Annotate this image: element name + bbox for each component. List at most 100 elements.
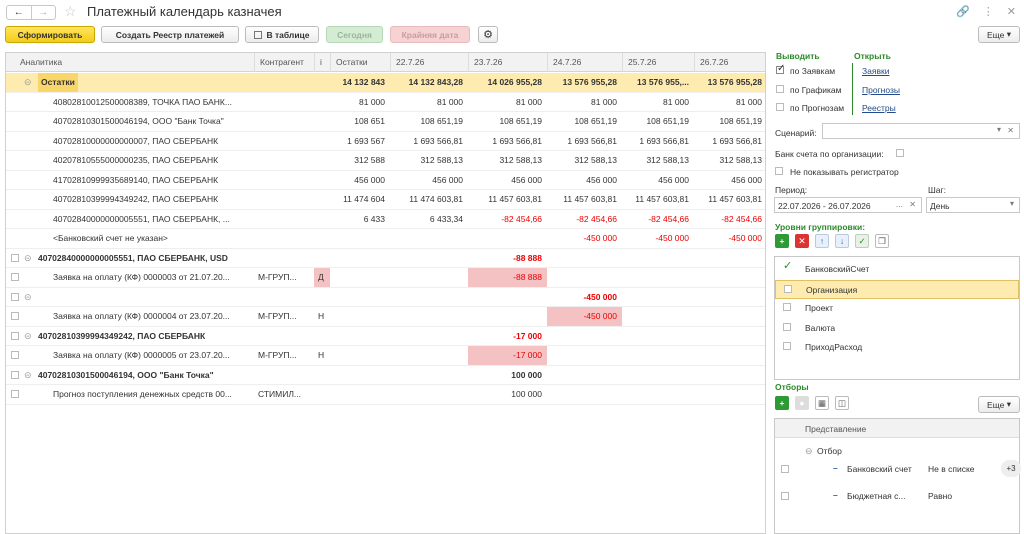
move-up-icon[interactable]: ↑ (815, 234, 829, 248)
show-forecasts-checkbox[interactable] (776, 103, 784, 111)
table-row[interactable]: 40802810012500008389, ТОЧКА ПАО БАНК... 8… (6, 93, 765, 112)
filter-checkbox[interactable] (781, 492, 789, 500)
table-row[interactable]: <Банковский счет не указан> -450 000 -450 … (6, 229, 765, 249)
settings-panel: Выводить Открыть ✓ по Заявкам по Графика… (770, 45, 1024, 534)
bank-by-org-checkbox[interactable] (896, 149, 904, 157)
cell-info (314, 385, 330, 404)
more-label: Еще (987, 29, 1005, 40)
delete-icon[interactable]: ✕ (795, 234, 809, 248)
open-forecasts-link[interactable]: Прогнозы (862, 85, 900, 95)
report-table[interactable]: Аналитика Контрагент i Остатки 22.7.26 2… (5, 52, 766, 534)
dropdown-icon[interactable]: ▾ (997, 125, 1001, 134)
create-registry-button[interactable]: Создать Реестр платежей (101, 26, 239, 43)
cell-counterparty (254, 249, 314, 268)
table-row[interactable]: Заявка на оплату (КФ) 0000003 от 21.07.2… (6, 268, 765, 288)
table-row[interactable]: 40702810000000000007, ПАО СБЕРБАНК 1 693 … (6, 132, 765, 151)
today-button[interactable]: Сегодня (326, 26, 383, 43)
grouping-item[interactable]: ПриходРасход (775, 338, 1019, 357)
col-date-2[interactable]: 23.7.26 (468, 53, 547, 72)
cell-date-4: 81 000 (663, 96, 689, 107)
form-report-button[interactable]: Сформировать (5, 26, 95, 43)
table-row[interactable]: 40702810399994349242, ПАО СБЕРБАНК 11 474… (6, 190, 765, 210)
grouping-item[interactable]: Валюта (775, 319, 1019, 338)
table-row[interactable]: ⊝ 40702810301500046194, ООО "Банк Точка" 1… (6, 366, 765, 385)
grouping-checkbox[interactable] (783, 303, 791, 311)
filters-table[interactable]: Представление ⊖ Отбор – Банковский счет Не… (774, 418, 1021, 534)
col-info[interactable]: i (314, 53, 330, 72)
show-requests-checkbox[interactable]: ✓ (776, 63, 785, 74)
table-row[interactable]: Заявка на оплату (КФ) 0000004 от 23.07.2… (6, 307, 765, 327)
table-row[interactable]: Прогноз поступления денежных средств 00.… (6, 385, 765, 405)
back-arrow-icon[interactable]: ← (7, 6, 31, 19)
ellipsis-icon[interactable]: ... (896, 199, 903, 209)
period-field[interactable]: 22.07.2026 - 26.07.2026 ... ✕ (774, 197, 922, 213)
cell-balance: 81 000 (359, 96, 385, 107)
grouping-toolbar: + ✕ ↑ ↓ ✓ ❐ (775, 234, 889, 248)
table-row[interactable]: 40702810301500046194, ООО "Банк Точка" 10… (6, 112, 765, 132)
table-row[interactable]: Заявка на оплату (КФ) 0000005 от 23.07.2… (6, 346, 765, 366)
grouping-list[interactable]: ✓ БанковскийСчет Организация Проект Валюта Пр… (774, 256, 1020, 380)
period-label: Период: (775, 185, 808, 195)
collapse-icon[interactable]: ⊖ (805, 446, 813, 457)
open-requests-link[interactable]: Заявки (862, 66, 889, 76)
clear-icon[interactable]: ✕ (1007, 126, 1014, 135)
remove-filter-icon[interactable]: ● (795, 396, 809, 410)
table-row[interactable]: 40702840000000005551, ПАО СБЕРБАНК, ... 6… (6, 210, 765, 229)
step-select[interactable]: День ▾ (926, 197, 1020, 213)
hide-registrar-checkbox[interactable] (775, 167, 783, 175)
forward-arrow-icon[interactable]: → (30, 6, 56, 19)
grouping-item[interactable]: ✓ БанковскийСчет (775, 260, 1019, 279)
col-counterparty[interactable]: Контрагент (254, 53, 314, 72)
add-icon[interactable]: + (775, 234, 789, 248)
col-date-1[interactable]: 22.7.26 (390, 53, 468, 72)
col-date-5[interactable]: 26.7.26 (694, 53, 765, 72)
table-row[interactable]: 41702810999935689140, ПАО СБЕРБАНК 456 00… (6, 171, 765, 190)
filter-count-badge[interactable]: +3 (1001, 460, 1021, 477)
filter-checkbox[interactable] (781, 465, 789, 473)
col-balances[interactable]: Остатки (330, 53, 390, 72)
clear-icon[interactable]: ✕ (909, 200, 916, 209)
columns-icon[interactable]: ◫ (835, 396, 849, 410)
table-row[interactable]: ⊝ -450 000 (6, 288, 765, 307)
filters-more-button[interactable]: Еще ▾ (978, 396, 1020, 413)
cell-info (314, 93, 330, 112)
cell-analytics: 40702840000000005551, ПАО СБЕРБАНК, ... (53, 213, 230, 224)
grouping-item[interactable]: Проект (775, 299, 1019, 318)
grouping-item[interactable]: Организация (775, 279, 1019, 299)
close-icon[interactable]: ✕ (1007, 5, 1016, 18)
grouping-checkbox[interactable]: ✓ (783, 260, 792, 272)
grouping-checkbox[interactable] (783, 322, 791, 331)
grouping-checkbox[interactable] (784, 284, 792, 293)
col-date-4[interactable]: 25.7.26 (622, 53, 694, 72)
step-label: Шаг: (928, 185, 946, 195)
deadline-button[interactable]: Крайняя дата (390, 26, 470, 43)
col-analytics[interactable]: Аналитика (6, 53, 254, 72)
more-button[interactable]: Еще ▾ (978, 26, 1020, 43)
cell-balance (330, 249, 390, 268)
hide-registrar-label: Не показывать регистратор (790, 167, 899, 177)
move-down-icon[interactable]: ↓ (835, 234, 849, 248)
favorite-star-icon[interactable]: ☆ (64, 3, 77, 20)
add-filter-icon[interactable]: + (775, 396, 789, 410)
table-view-button[interactable]: В таблице (245, 26, 319, 43)
settings-gear-button[interactable]: ⚙ (478, 26, 498, 43)
table-row[interactable]: ⊝ 40702840000000005551, ПАО СБЕРБАНК, USD… (6, 249, 765, 268)
filter-row[interactable]: – Бюджетная с... Равно (775, 487, 1019, 507)
cell-date-3: -450 000 (583, 291, 617, 302)
grouping-checkbox[interactable] (783, 342, 791, 350)
filter-row[interactable]: – Банковский счет Не в списке +3 (775, 460, 1021, 480)
more-vertical-icon[interactable]: ⋮ (983, 5, 994, 18)
cell-date-5: 108 651,19 (719, 116, 762, 126)
check-all-icon[interactable]: ✓ (855, 234, 869, 248)
table-row[interactable]: ⊝ 40702810399994349242, ПАО СБЕРБАНК -17 0… (6, 327, 765, 346)
col-date-3[interactable]: 24.7.26 (547, 53, 622, 72)
dropdown-icon[interactable]: ▾ (1010, 199, 1014, 208)
balances-total-row[interactable]: ⊝ Остатки 14 132 843 14 132 843,28 14 026 95… (6, 73, 765, 93)
copy-icon[interactable]: ❐ (875, 234, 889, 248)
scenario-select[interactable]: ▾ ✕ (822, 123, 1020, 139)
table-row[interactable]: 40207810555000000235, ПАО СБЕРБАНК 312 58… (6, 151, 765, 171)
filter-group-icon[interactable]: ▦ (815, 396, 829, 410)
open-registries-link[interactable]: Реестры (862, 103, 896, 113)
show-schedules-checkbox[interactable] (776, 85, 784, 93)
link-icon[interactable]: 🔗 (956, 5, 970, 18)
